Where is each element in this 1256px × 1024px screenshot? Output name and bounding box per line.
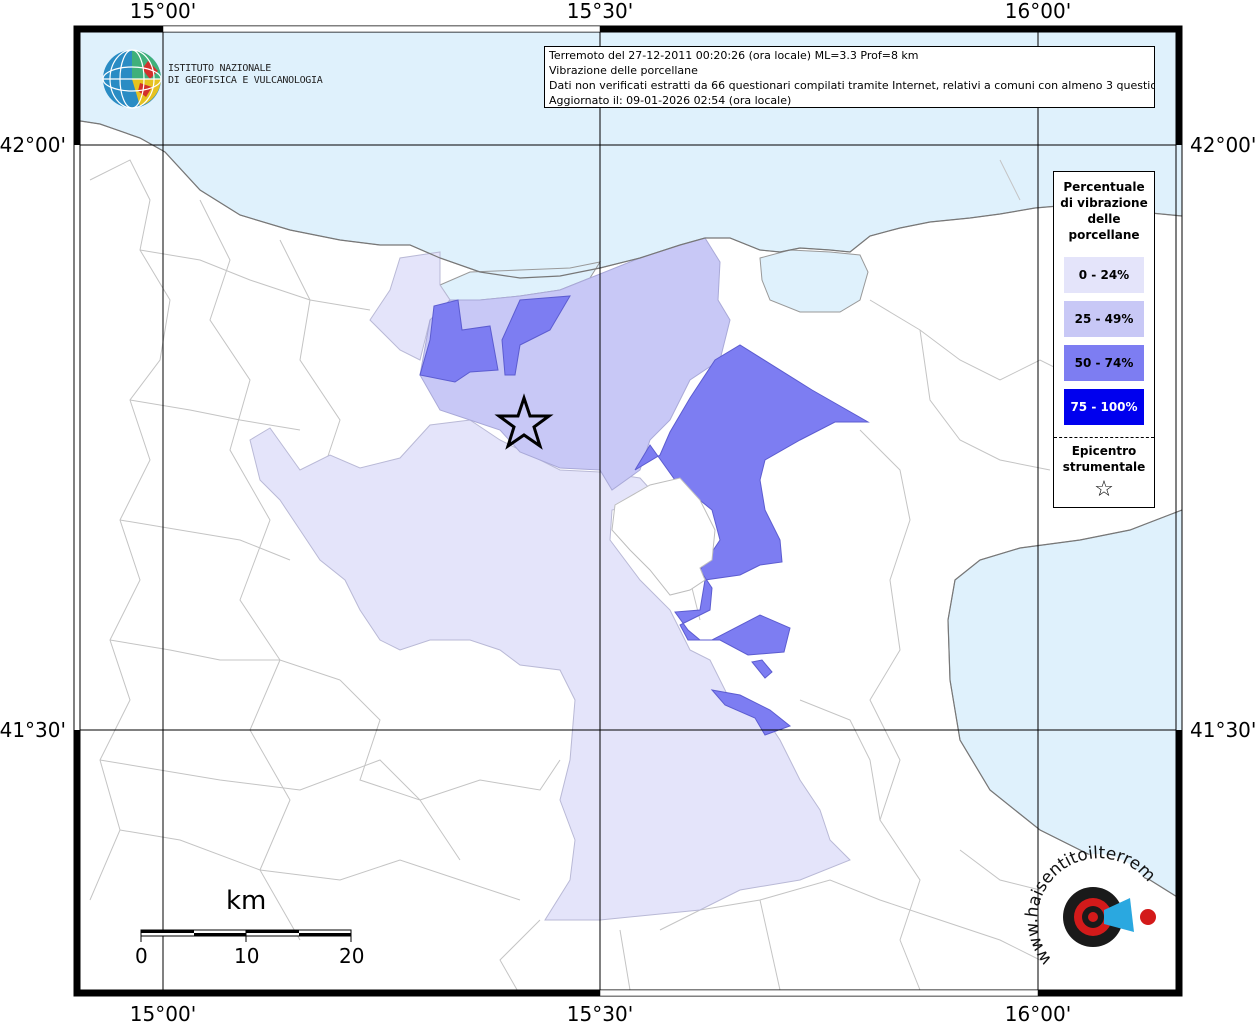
axis-top-label-2: 15°30' [567, 0, 633, 23]
axis-bottom-label-2: 15°30' [567, 1002, 633, 1024]
legend-title-line-4: porcellane [1068, 228, 1140, 242]
scale-label-0: 0 [135, 944, 148, 968]
legend: Percentuale di vibrazione delle porcella… [1053, 171, 1155, 508]
scale-label-20: 20 [339, 944, 365, 968]
axis-left-label-1: 42°00' [0, 133, 66, 157]
legend-title-line-1: Percentuale [1063, 180, 1145, 194]
legend-swatch-50-74: 50 - 74% [1064, 345, 1144, 381]
legend-divider [1054, 437, 1154, 438]
event-info-box: Terremoto del 27-12-2011 00:20:26 (ora l… [544, 46, 1155, 108]
scale-label-10: 10 [234, 944, 260, 968]
legend-swatch-0-24: 0 - 24% [1064, 257, 1144, 293]
globe-icon [102, 49, 162, 109]
map-canvas: 15°00' 15°30' 16°00' 15°00' 15°30' 16°00… [0, 0, 1256, 1024]
legend-swatch-25-49: 25 - 49% [1064, 301, 1144, 337]
ingv-logo: ISTITUTO NAZIONALE DI GEOFISICA E VULCAN… [98, 47, 328, 111]
scale-unit: km [226, 886, 267, 916]
legend-epicenter-line-2: strumentale [1062, 460, 1146, 474]
legend-title-line-2: di vibrazione [1060, 196, 1148, 210]
axis-bottom-label-1: 15°00' [130, 1002, 196, 1024]
legend-epicenter-label: Epicentro strumentale [1054, 443, 1154, 475]
legend-epicenter-line-1: Epicentro [1071, 444, 1137, 458]
axis-right-label-2: 41°30' [1190, 718, 1256, 742]
logo-line-2: DI GEOFISICA E VULCANOLOGIA [168, 75, 323, 86]
axis-bottom-label-3: 16°00' [1005, 1002, 1071, 1024]
lagoon-varano [759, 249, 869, 313]
legend-title-line-3: delle [1087, 212, 1121, 226]
event-info-line-4: Aggiornato il: 09-01-2026 02:54 (ora loc… [549, 94, 792, 107]
legend-title: Percentuale di vibrazione delle porcella… [1054, 179, 1154, 243]
axis-top-label-3: 16°00' [1005, 0, 1071, 23]
axis-left-label-2: 41°30' [0, 718, 66, 742]
event-info-line-1: Terremoto del 27-12-2011 00:20:26 (ora l… [549, 49, 919, 62]
logo-line-1: ISTITUTO NAZIONALE [168, 63, 271, 74]
axis-right-label-1: 42°00' [1190, 133, 1256, 157]
legend-star-icon: ☆ [1094, 477, 1114, 502]
event-info-line-3: Dati non verificati estratti da 66 quest… [549, 79, 1155, 92]
legend-swatch-75-100: 75 - 100% [1064, 389, 1144, 425]
event-info-line-2: Vibrazione delle porcellane [549, 64, 698, 77]
axis-top-label-1: 15°00' [130, 0, 196, 23]
